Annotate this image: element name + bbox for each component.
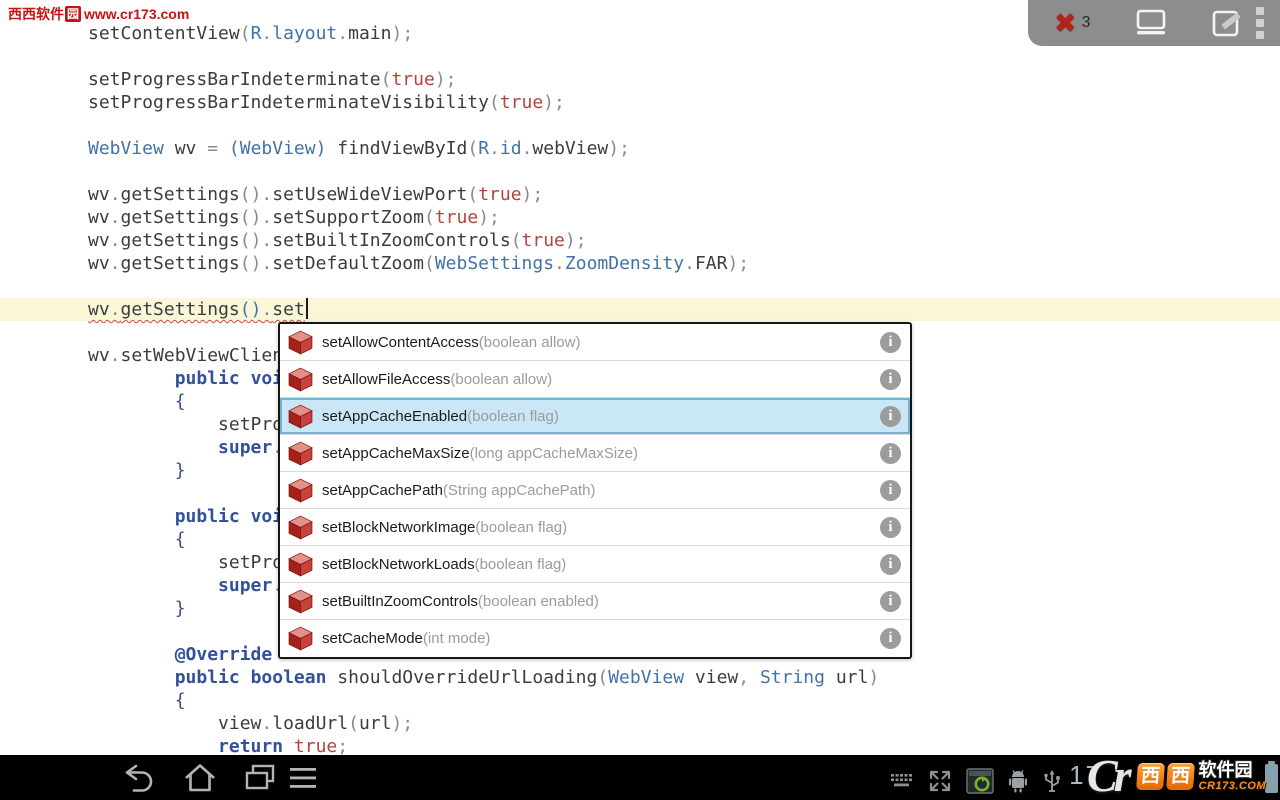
info-icon[interactable]: i: [880, 554, 901, 575]
text-caret: [306, 298, 308, 319]
info-icon[interactable]: i: [880, 443, 901, 464]
code-line[interactable]: wv.getSettings().setSupportZoom(true);: [0, 206, 1280, 229]
method-params: (String appCachePath): [443, 482, 596, 499]
site-name: 软件园: [1199, 761, 1266, 779]
edit-file-icon: [1211, 8, 1243, 38]
method-name: setBlockNetworkImage: [322, 519, 475, 536]
autocomplete-item[interactable]: setAllowFileAccess(boolean allow) i: [280, 361, 910, 398]
method-name: setBuiltInZoomControls: [322, 593, 478, 610]
legacy-menu-button[interactable]: [283, 763, 323, 793]
code-line[interactable]: wv.getSettings().setUseWideViewPort(true…: [0, 183, 1280, 206]
method-name: setAppCacheMaxSize: [322, 445, 470, 462]
watermark-logo: Cr 西 西 软件园 CR173.COM: [1087, 754, 1266, 798]
method-cube-icon: [288, 478, 313, 503]
info-icon[interactable]: i: [880, 591, 901, 612]
code-line[interactable]: wv.getSettings().setBuiltInZoomControls(…: [0, 229, 1280, 252]
method-params: (boolean flag): [467, 408, 559, 425]
method-params: (long appCacheMaxSize): [470, 445, 638, 462]
info-icon[interactable]: i: [880, 628, 901, 649]
status-tray: [890, 768, 1062, 794]
overflow-menu-icon: [1256, 7, 1264, 15]
method-cube-icon: [288, 441, 313, 466]
keyboard-icon: [890, 773, 914, 789]
errors-button[interactable]: ✖ 3: [1054, 10, 1091, 37]
code-line[interactable]: WebView wv = (WebView) findViewById(R.id…: [0, 137, 1280, 160]
code-line[interactable]: public boolean shouldOverrideUrlLoading(…: [0, 666, 1280, 689]
xi-tile-1: 西: [1136, 763, 1165, 790]
recents-icon: [244, 764, 276, 792]
watermark-badge-box: 园: [65, 6, 81, 22]
battery-icon: [1265, 764, 1278, 793]
code-line[interactable]: wv.getSettings().setDefaultZoom(WebSetti…: [0, 252, 1280, 275]
autocomplete-item[interactable]: setBuiltInZoomControls(boolean enabled) …: [280, 583, 910, 620]
method-cube-icon: [288, 330, 313, 355]
back-icon: [123, 763, 157, 793]
xi-tile-2: 西: [1166, 763, 1195, 790]
menu-icon: [289, 767, 317, 789]
code-line[interactable]: view.loadUrl(url);: [0, 712, 1280, 735]
usb-icon: [1042, 768, 1062, 794]
fullscreen-icon: [928, 769, 952, 793]
android-robot-icon: [1008, 769, 1028, 793]
code-line[interactable]: {: [0, 689, 1280, 712]
info-icon[interactable]: i: [880, 517, 901, 538]
home-button[interactable]: [180, 763, 220, 793]
code-line[interactable]: setProgressBarIndeterminate(true);: [0, 68, 1280, 91]
method-name: setBlockNetworkLoads: [322, 556, 475, 573]
autocomplete-item[interactable]: setBlockNetworkImage(boolean flag) i: [280, 509, 910, 546]
code-line[interactable]: [0, 160, 1280, 183]
method-cube-icon: [288, 552, 313, 577]
info-icon[interactable]: i: [880, 480, 901, 501]
method-params: (boolean allow): [479, 334, 581, 351]
overflow-menu-button[interactable]: [1256, 7, 1264, 39]
app-sync-icon: [966, 768, 994, 794]
code-line[interactable]: [0, 275, 1280, 298]
method-cube-icon: [288, 367, 313, 392]
method-cube-icon: [288, 626, 313, 651]
watermark-text: 西西软件 园 www.cr173.com: [8, 4, 189, 24]
method-params: (boolean flag): [475, 556, 567, 573]
info-icon[interactable]: i: [880, 369, 901, 390]
home-icon: [184, 763, 216, 793]
method-params: (boolean enabled): [478, 593, 599, 610]
method-params: (boolean flag): [475, 519, 567, 536]
method-name: setAllowContentAccess: [322, 334, 479, 351]
autocomplete-item[interactable]: setAllowContentAccess(boolean allow) i: [280, 324, 910, 361]
method-params: (boolean allow): [450, 371, 552, 388]
autocomplete-item[interactable]: setAppCacheEnabled(boolean flag) i: [280, 398, 910, 435]
android-screen: setContentView(R.layout.main);setProgres…: [0, 0, 1280, 800]
code-line[interactable]: setProgressBarIndeterminateVisibility(tr…: [0, 91, 1280, 114]
method-cube-icon: [288, 589, 313, 614]
editor-toolbar: ✖ 3: [1028, 0, 1280, 46]
site-url: CR173.COM: [1199, 781, 1266, 792]
method-params: (int mode): [423, 630, 491, 647]
device-screen-icon: [1133, 9, 1169, 37]
info-icon[interactable]: i: [880, 406, 901, 427]
method-name: setAppCacheEnabled: [322, 408, 467, 425]
autocomplete-popup: setAllowContentAccess(boolean allow) i s…: [278, 322, 912, 659]
code-line[interactable]: [0, 114, 1280, 137]
code-line[interactable]: [0, 45, 1280, 68]
method-name: setCacheMode: [322, 630, 423, 647]
run-device-button[interactable]: [1133, 9, 1169, 37]
method-cube-icon: [288, 404, 313, 429]
autocomplete-item[interactable]: setAppCacheMaxSize(long appCacheMaxSize)…: [280, 435, 910, 472]
back-button[interactable]: [120, 763, 160, 793]
error-x-icon: ✖: [1054, 10, 1077, 37]
method-name: setAllowFileAccess: [322, 371, 450, 388]
method-name: setAppCachePath: [322, 482, 443, 499]
info-icon[interactable]: i: [880, 332, 901, 353]
watermark-url: www.cr173.com: [84, 6, 189, 22]
edit-button[interactable]: [1211, 8, 1243, 38]
autocomplete-item[interactable]: setCacheMode(int mode) i: [280, 620, 910, 657]
recents-button[interactable]: [240, 763, 280, 793]
error-count: 3: [1082, 14, 1091, 32]
autocomplete-item[interactable]: setAppCachePath(String appCachePath) i: [280, 472, 910, 509]
navigation-bar: 17 Cr 西 西 软件园 CR173.COM: [0, 755, 1280, 800]
method-cube-icon: [288, 515, 313, 540]
cr-logo-text: Cr: [1087, 754, 1128, 798]
code-line[interactable]: wv.getSettings().set: [0, 298, 1280, 321]
watermark-badge: 西西软件: [8, 4, 64, 24]
autocomplete-item[interactable]: setBlockNetworkLoads(boolean flag) i: [280, 546, 910, 583]
